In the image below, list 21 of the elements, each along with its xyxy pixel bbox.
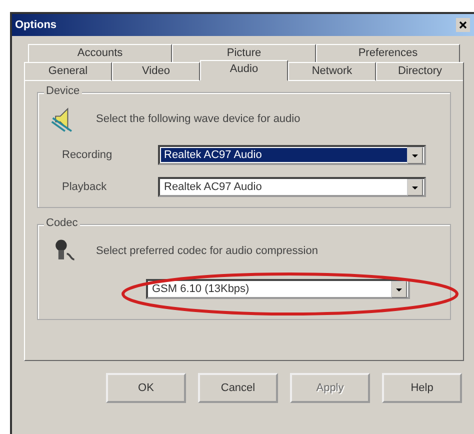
device-dropdown[interactable]: Realtek AC97 Audio [158,177,426,197]
group-title: Device [44,85,82,97]
dialog-button[interactable]: OK [106,373,186,403]
dialog-button[interactable]: Help [382,373,462,403]
description-text: Select preferred codec for audio compression [96,245,318,257]
dialog-button[interactable]: Cancel [198,373,278,403]
close-icon[interactable] [456,18,470,32]
device-dropdown[interactable]: Realtek AC97 Audio [158,145,426,165]
tab[interactable]: Accounts [28,44,172,62]
tab[interactable]: General [24,62,112,81]
tab[interactable]: Preferences [316,44,460,62]
tab[interactable]: Network [288,62,376,81]
tab[interactable]: Audio [200,60,288,81]
codec-dropdown[interactable]: GSM 6.10 (13Kbps) [146,279,410,299]
tab[interactable]: Video [112,62,200,81]
description-text: Select the following wave device for audio [96,113,300,125]
field-label: Playback [61,181,108,193]
field-label: Recording [61,149,114,161]
tab[interactable]: Directory [376,62,464,81]
group-title: Codec [44,217,80,229]
window-title: Options [15,19,57,31]
